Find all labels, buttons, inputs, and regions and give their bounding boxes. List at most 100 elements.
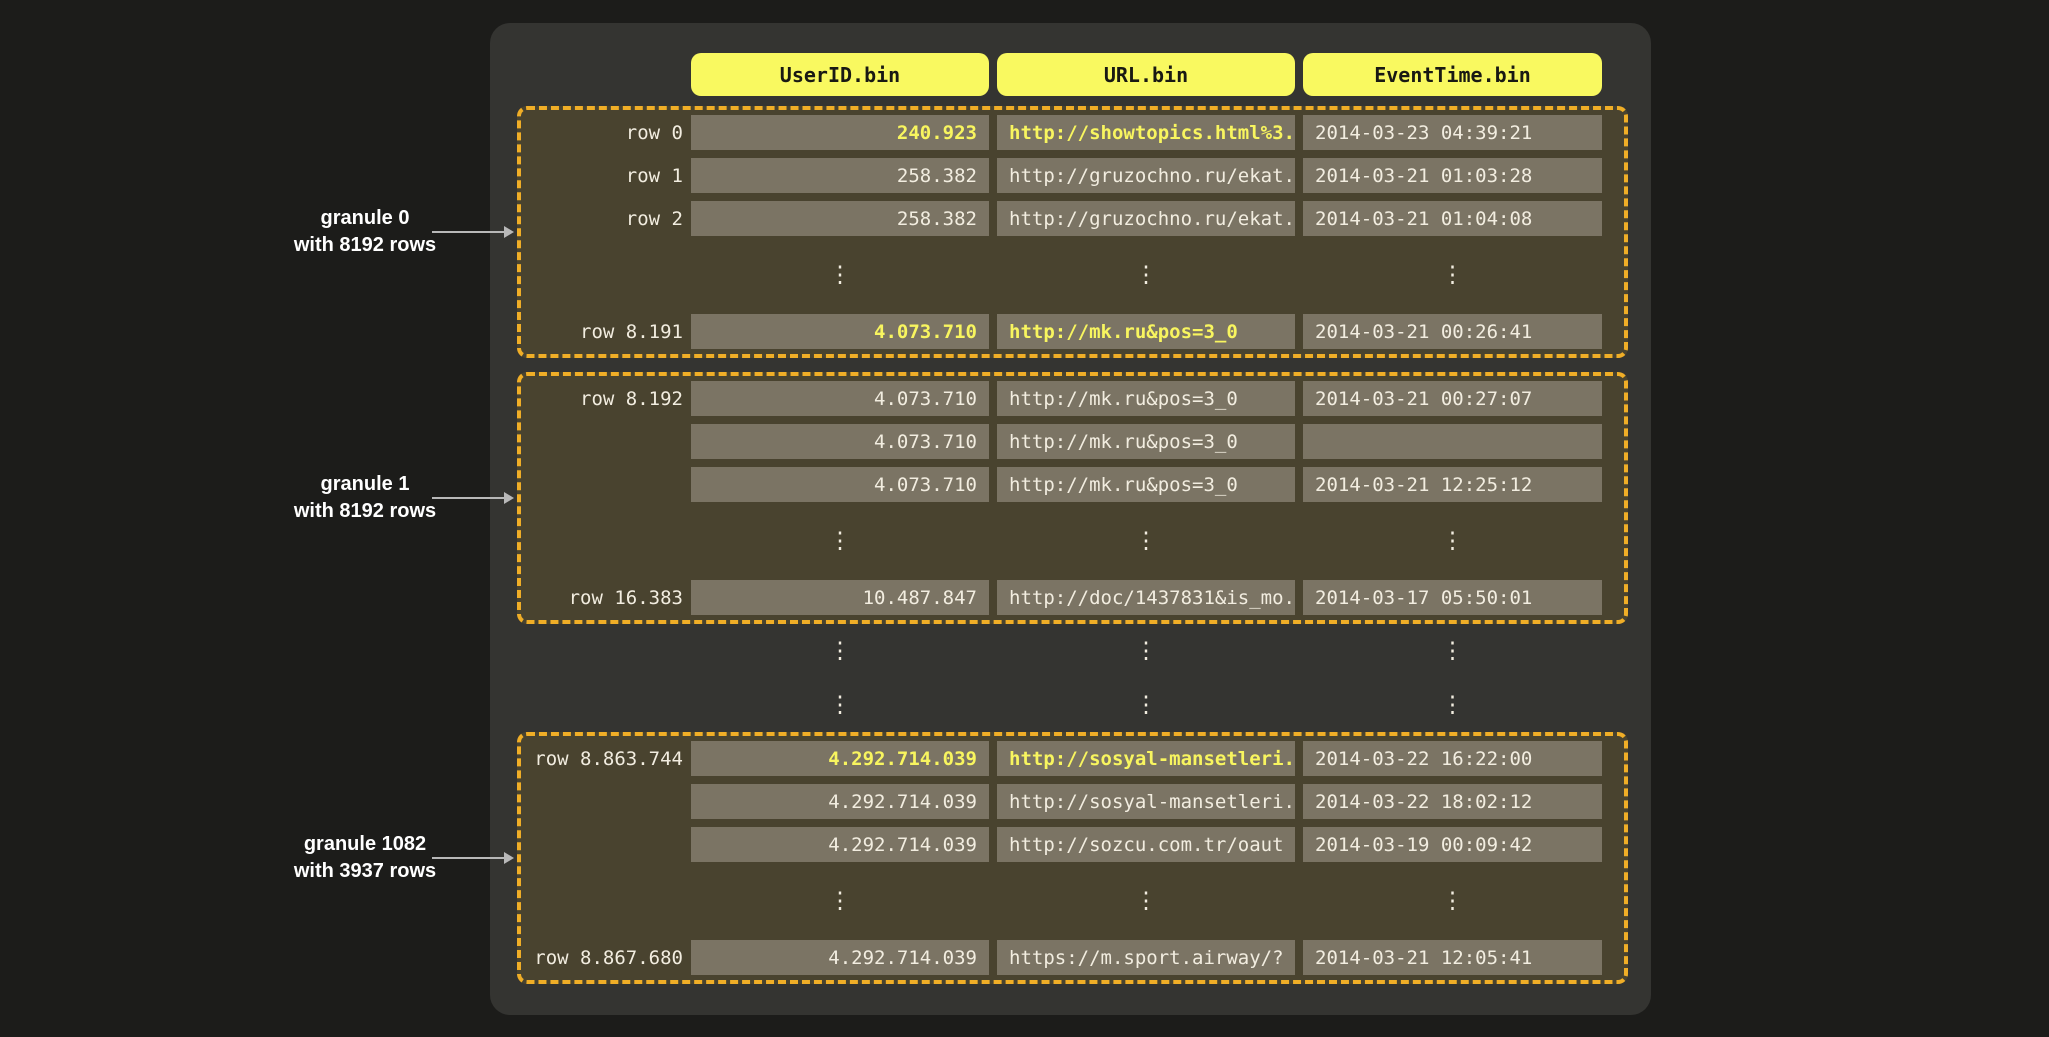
ellipsis-row: ⋮ ⋮ ⋮ bbox=[521, 244, 1602, 306]
column-header-userid: UserID.bin bbox=[691, 53, 989, 96]
table-row: 4.292.714.039 http://sosyal-mansetleri..… bbox=[521, 784, 1602, 819]
cell-eventtime: 2014-03-21 12:25:12 bbox=[1303, 467, 1602, 502]
granule-1-box: row 8.192 4.073.710 http://mk.ru&pos=3_0… bbox=[517, 372, 1628, 624]
row-label bbox=[521, 467, 683, 502]
table-row: row 16.383 10.487.847 http://doc/1437831… bbox=[521, 580, 1602, 615]
row-label: row 16.383 bbox=[521, 580, 683, 615]
cell-url: http://mk.ru&pos=3_0 bbox=[997, 381, 1295, 416]
arrow-line bbox=[432, 231, 504, 233]
ellipsis-row: ⋮ ⋮ ⋮ bbox=[521, 624, 1651, 678]
granule-1082-arrow bbox=[432, 851, 514, 865]
column-files-panel: UserID.bin URL.bin EventTime.bin row 0 2… bbox=[490, 23, 1651, 1015]
cell-url: http://doc/1437831&is_mo... bbox=[997, 580, 1295, 615]
arrow-line bbox=[432, 857, 504, 859]
table-row: row 0 240.923 http://showtopics.html%3..… bbox=[521, 115, 1602, 150]
cell-userid: 4.292.714.039 bbox=[691, 784, 989, 819]
header-spacer bbox=[521, 53, 683, 96]
table-row: row 8.863.744 4.292.714.039 http://sosya… bbox=[521, 741, 1602, 776]
cell-eventtime: 2014-03-19 00:09:42 bbox=[1303, 827, 1602, 862]
cell-userid: 4.292.714.039 bbox=[691, 827, 989, 862]
cell-eventtime: 2014-03-21 01:03:28 bbox=[1303, 158, 1602, 193]
cell-url: https://m.sport.airway/? bbox=[997, 940, 1295, 975]
cell-userid: 258.382 bbox=[691, 201, 989, 236]
granule-0-arrow bbox=[432, 225, 514, 239]
ellipsis-row: ⋮ ⋮ ⋮ bbox=[521, 510, 1602, 572]
granule-1082-box: row 8.863.744 4.292.714.039 http://sosya… bbox=[517, 732, 1628, 984]
cell-eventtime: 2014-03-21 00:26:41 bbox=[1303, 314, 1602, 349]
vertical-ellipsis: ⋮ bbox=[691, 624, 989, 678]
vertical-ellipsis: ⋮ bbox=[1303, 510, 1602, 572]
row-label: row 8.863.744 bbox=[521, 741, 683, 776]
cell-url: http://showtopics.html%3... bbox=[997, 115, 1295, 150]
row-label: row 8.867.680 bbox=[521, 940, 683, 975]
skipped-granules-section: ⋮ ⋮ ⋮ ⋮ ⋮ ⋮ bbox=[521, 624, 1651, 732]
vertical-ellipsis: ⋮ bbox=[997, 244, 1295, 306]
cell-eventtime: 2014-03-21 00:27:07 bbox=[1303, 381, 1602, 416]
table-row: 4.073.710 http://mk.ru&pos=3_0 bbox=[521, 424, 1602, 459]
column-header-url: URL.bin bbox=[997, 53, 1295, 96]
row-label bbox=[521, 784, 683, 819]
cell-userid: 4.292.714.039 bbox=[691, 940, 989, 975]
cell-eventtime: 2014-03-22 18:02:12 bbox=[1303, 784, 1602, 819]
cell-userid: 4.073.710 bbox=[691, 381, 989, 416]
column-header-eventtime: EventTime.bin bbox=[1303, 53, 1602, 96]
granule-0-box: row 0 240.923 http://showtopics.html%3..… bbox=[517, 106, 1628, 358]
cell-eventtime-empty bbox=[1303, 424, 1602, 459]
cell-eventtime: 2014-03-17 05:50:01 bbox=[1303, 580, 1602, 615]
row-label: row 1 bbox=[521, 158, 683, 193]
column-headers-row: UserID.bin URL.bin EventTime.bin bbox=[521, 53, 1651, 96]
cell-url: http://gruzochno.ru/ekat... bbox=[997, 158, 1295, 193]
vertical-ellipsis: ⋮ bbox=[1303, 624, 1602, 678]
diagram-canvas: UserID.bin URL.bin EventTime.bin row 0 2… bbox=[0, 0, 2049, 1037]
arrow-head-icon bbox=[504, 492, 514, 504]
row-label: row 2 bbox=[521, 201, 683, 236]
cell-userid: 240.923 bbox=[691, 115, 989, 150]
ellipsis-row: ⋮ ⋮ ⋮ bbox=[521, 678, 1651, 732]
table-row: row 1 258.382 http://gruzochno.ru/ekat..… bbox=[521, 158, 1602, 193]
cell-url: http://sozcu.com.tr/oaut bbox=[997, 827, 1295, 862]
table-row: 4.073.710 http://mk.ru&pos=3_0 2014-03-2… bbox=[521, 467, 1602, 502]
cell-url: http://mk.ru&pos=3_0 bbox=[997, 314, 1295, 349]
vertical-ellipsis: ⋮ bbox=[1303, 678, 1602, 732]
vertical-ellipsis: ⋮ bbox=[1303, 244, 1602, 306]
cell-eventtime: 2014-03-21 01:04:08 bbox=[1303, 201, 1602, 236]
row-label bbox=[521, 827, 683, 862]
cell-eventtime: 2014-03-23 04:39:21 bbox=[1303, 115, 1602, 150]
cell-url: http://gruzochno.ru/ekat... bbox=[997, 201, 1295, 236]
vertical-ellipsis: ⋮ bbox=[691, 510, 989, 572]
cell-eventtime: 2014-03-21 12:05:41 bbox=[1303, 940, 1602, 975]
vertical-ellipsis: ⋮ bbox=[691, 678, 989, 732]
vertical-ellipsis: ⋮ bbox=[997, 510, 1295, 572]
arrow-line bbox=[432, 497, 504, 499]
table-row: 4.292.714.039 http://sozcu.com.tr/oaut 2… bbox=[521, 827, 1602, 862]
cell-url: http://mk.ru&pos=3_0 bbox=[997, 424, 1295, 459]
row-label bbox=[521, 424, 683, 459]
cell-url: http://mk.ru&pos=3_0 bbox=[997, 467, 1295, 502]
cell-userid: 4.073.710 bbox=[691, 467, 989, 502]
vertical-ellipsis: ⋮ bbox=[691, 244, 989, 306]
arrow-head-icon bbox=[504, 226, 514, 238]
vertical-ellipsis: ⋮ bbox=[997, 870, 1295, 932]
vertical-ellipsis: ⋮ bbox=[691, 870, 989, 932]
vertical-ellipsis: ⋮ bbox=[997, 678, 1295, 732]
table-row: row 2 258.382 http://gruzochno.ru/ekat..… bbox=[521, 201, 1602, 236]
cell-eventtime: 2014-03-22 16:22:00 bbox=[1303, 741, 1602, 776]
row-label: row 0 bbox=[521, 115, 683, 150]
granule-1-arrow bbox=[432, 491, 514, 505]
cell-userid: 4.073.710 bbox=[691, 314, 989, 349]
table-row: row 8.192 4.073.710 http://mk.ru&pos=3_0… bbox=[521, 381, 1602, 416]
table-row: row 8.867.680 4.292.714.039 https://m.sp… bbox=[521, 940, 1602, 975]
row-label: row 8.191 bbox=[521, 314, 683, 349]
cell-url: http://sosyal-mansetleri... bbox=[997, 741, 1295, 776]
vertical-ellipsis: ⋮ bbox=[997, 624, 1295, 678]
table-row: row 8.191 4.073.710 http://mk.ru&pos=3_0… bbox=[521, 314, 1602, 349]
cell-userid: 10.487.847 bbox=[691, 580, 989, 615]
cell-url: http://sosyal-mansetleri... bbox=[997, 784, 1295, 819]
cell-userid: 4.292.714.039 bbox=[691, 741, 989, 776]
cell-userid: 4.073.710 bbox=[691, 424, 989, 459]
row-label: row 8.192 bbox=[521, 381, 683, 416]
vertical-ellipsis: ⋮ bbox=[1303, 870, 1602, 932]
ellipsis-row: ⋮ ⋮ ⋮ bbox=[521, 870, 1602, 932]
cell-userid: 258.382 bbox=[691, 158, 989, 193]
arrow-head-icon bbox=[504, 852, 514, 864]
